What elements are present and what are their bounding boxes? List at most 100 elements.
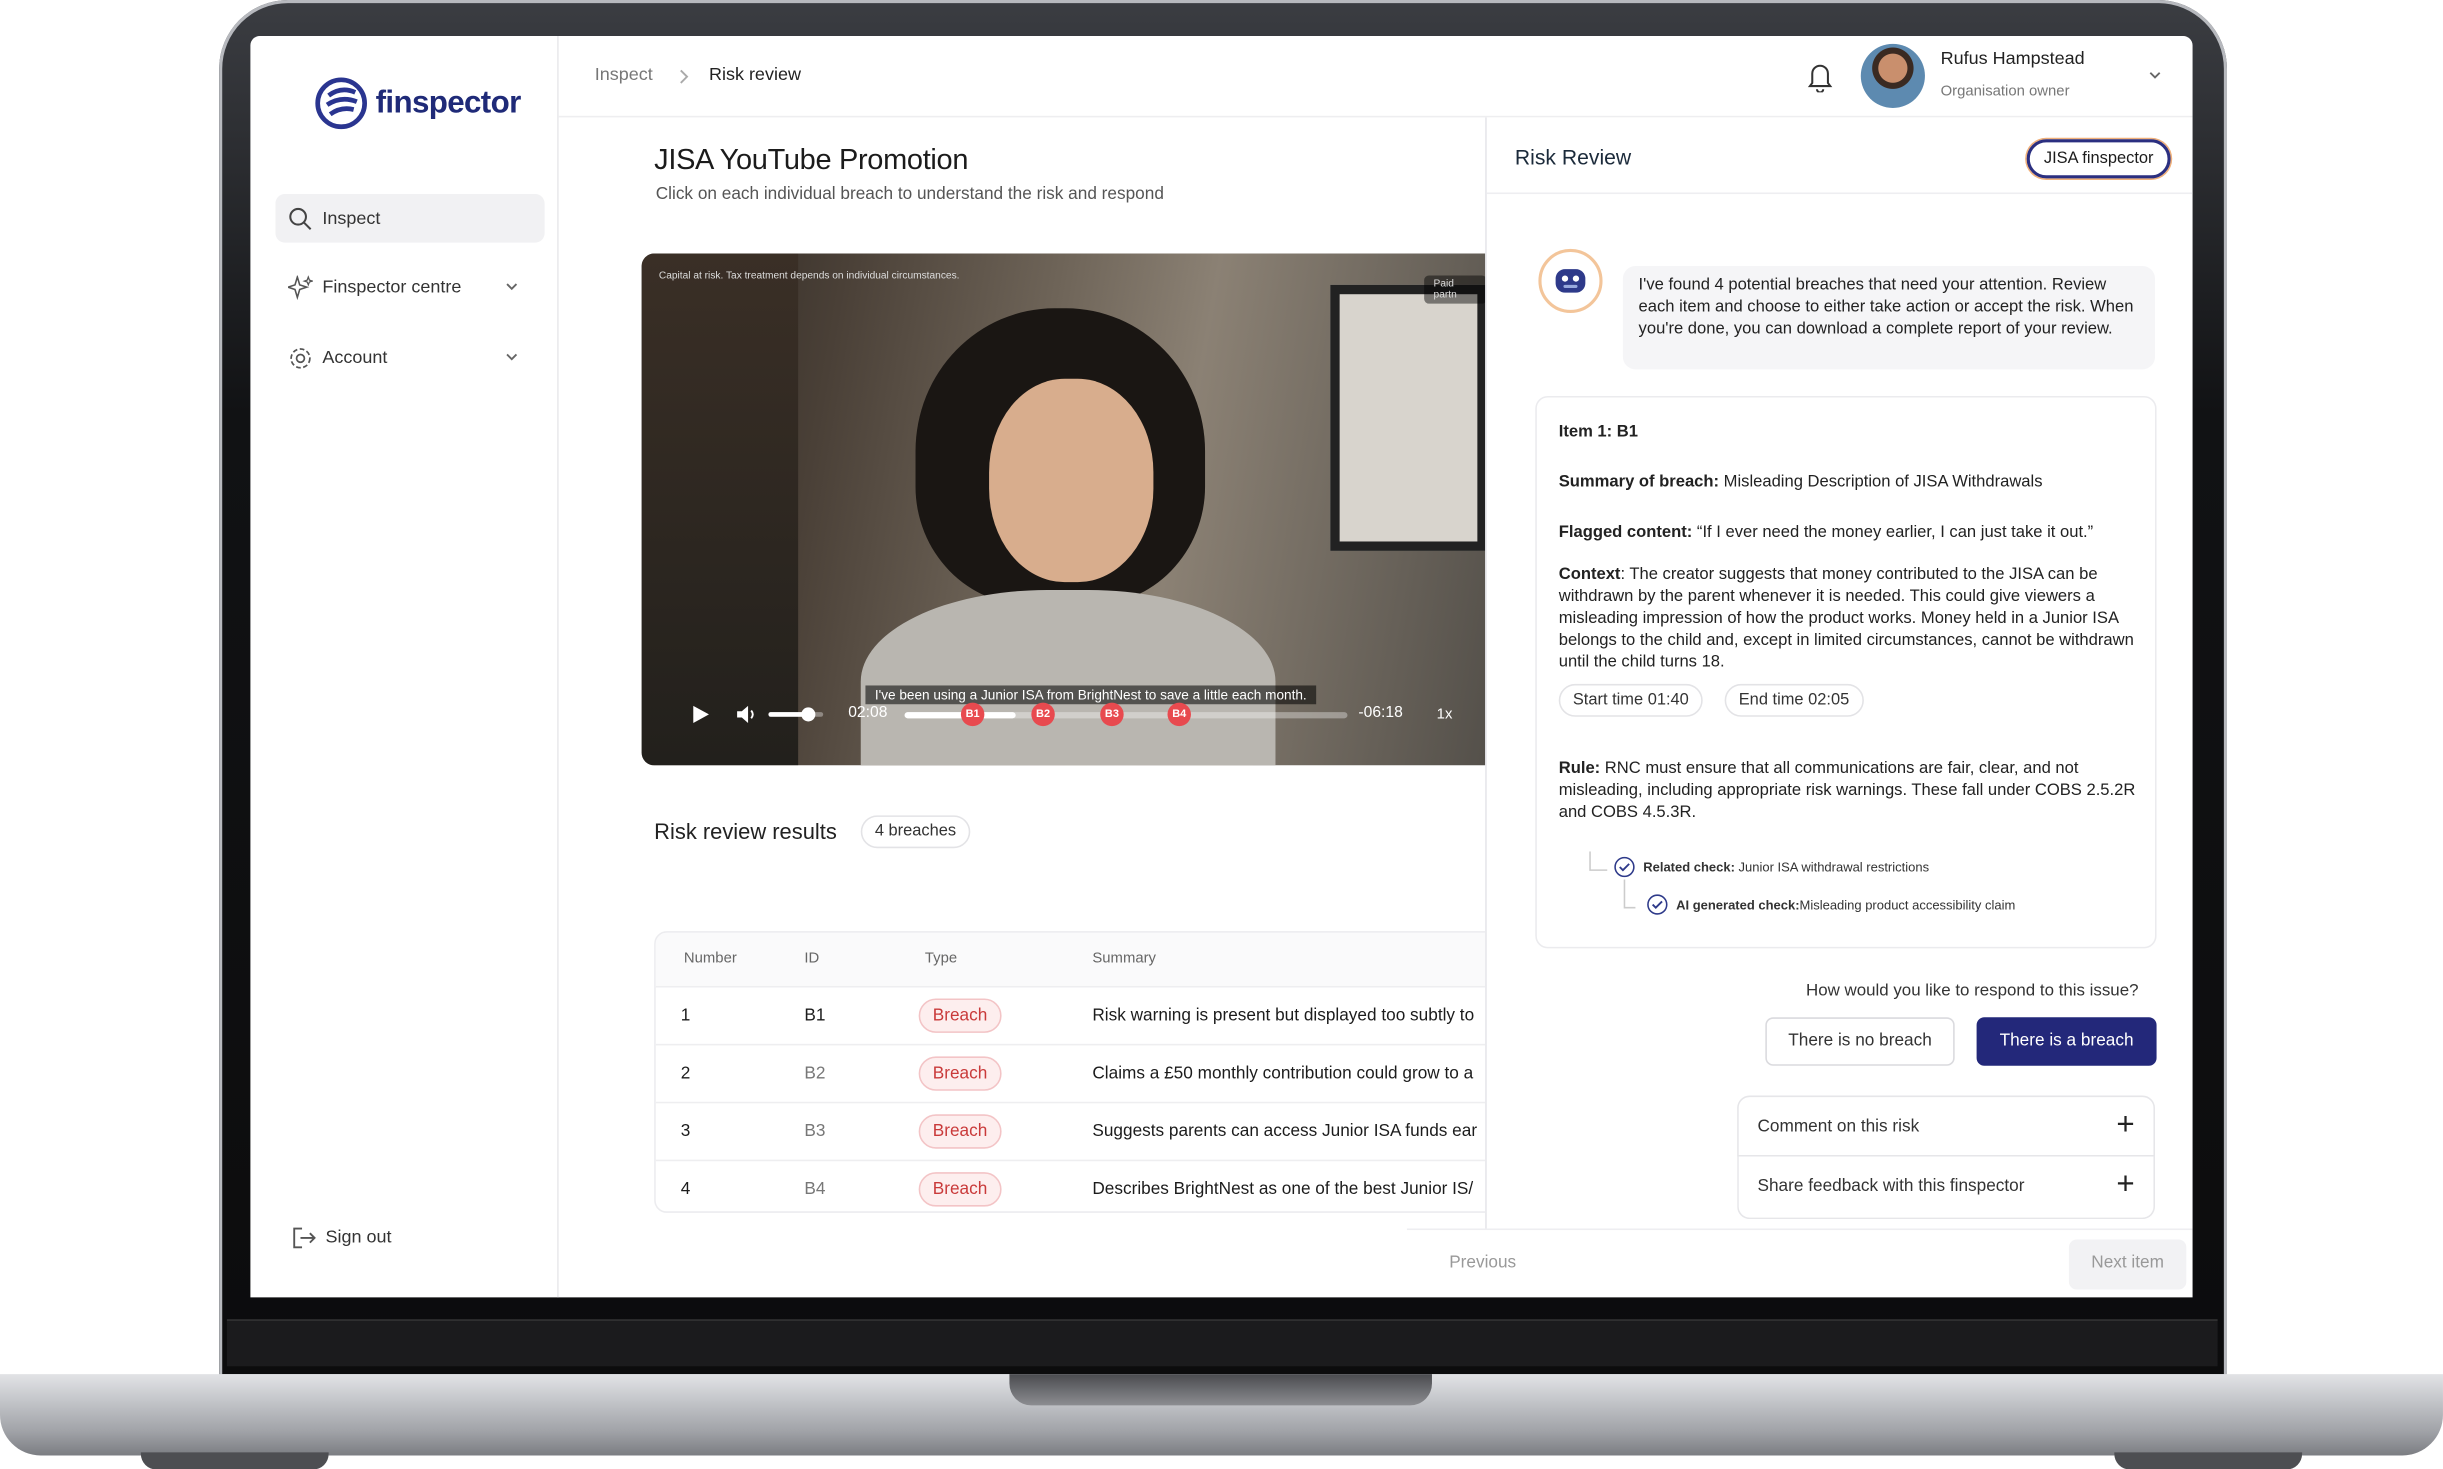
row-id: B3 <box>804 1122 826 1141</box>
page-title: JISA YouTube Promotion <box>654 142 969 176</box>
results-title: Risk review results <box>654 818 837 844</box>
flagged-text: “If I ever need the money earlier, I can… <box>1696 522 2094 542</box>
video-caption: I've been using a Junior ISA from Bright… <box>865 685 1317 705</box>
finspector-tag[interactable]: JISA finspector <box>2026 139 2171 179</box>
app-window: finspector Inspect Finspector centre Acc… <box>250 35 2193 1298</box>
sign-out-icon <box>293 1227 316 1249</box>
wall-frame <box>1330 284 1487 551</box>
feedback-accordion[interactable]: Share feedback with this finspector + <box>1737 1156 2156 1220</box>
table-row[interactable]: 4 B4 Breach Describes BrightNest as one … <box>655 1159 1498 1212</box>
laptop-hinge <box>226 1319 2218 1367</box>
context-label: Context <box>1558 564 1621 584</box>
rule-text: RNC must ensure that all communications … <box>1558 759 2136 822</box>
paid-partnership-tag: Paid partn <box>1424 275 1487 304</box>
comment-accordion[interactable]: Comment on this risk + <box>1737 1095 2156 1157</box>
row-summary: Describes BrightNest as one of the best … <box>1092 1180 1474 1199</box>
chevron-down-icon[interactable] <box>504 279 520 295</box>
next-item-button[interactable]: Next item <box>2068 1239 2187 1290</box>
logo-icon <box>315 77 367 130</box>
sidebar-item-label: Account <box>322 348 388 367</box>
breach-marker-b2[interactable]: B2 <box>1031 702 1055 727</box>
row-id: B2 <box>804 1064 826 1083</box>
divider <box>1406 1228 2193 1231</box>
previous-button[interactable]: Previous <box>1449 1254 1516 1273</box>
user-name: Rufus Hampstead <box>1940 50 2085 69</box>
item-title: Item 1: B1 <box>1558 422 1638 442</box>
current-time: 02:08 <box>848 704 888 722</box>
laptop-foot <box>140 1452 329 1469</box>
table-row[interactable]: 1 B1 Breach Risk warning is present but … <box>655 985 1498 1044</box>
sidebar-item-label: Finspector centre <box>322 277 462 297</box>
chevron-down-icon[interactable] <box>2147 67 2163 83</box>
chevron-down-icon[interactable] <box>504 349 520 365</box>
breach-button[interactable]: There is a breach <box>1976 1017 2157 1066</box>
check-circle-icon <box>1614 856 1635 878</box>
bookshelf-bg <box>641 253 799 766</box>
breach-badge: Breach <box>918 1114 1002 1149</box>
summary-label: Summary of breach: <box>1558 472 1720 492</box>
bot-avatar <box>1538 248 1603 313</box>
breach-detail-card: Item 1: B1 Summary of breach: Misleading… <box>1535 395 2157 949</box>
bot-message: I've found 4 potential breaches that nee… <box>1622 266 2156 370</box>
breadcrumb-current: Risk review <box>708 65 801 85</box>
rule-label: Rule: <box>1558 759 1601 778</box>
play-icon[interactable] <box>692 704 711 724</box>
sidebar-item-inspect[interactable]: Inspect <box>275 194 545 243</box>
divider <box>1486 192 2193 195</box>
row-summary: Risk warning is present but displayed to… <box>1092 1006 1475 1026</box>
row-number: 1 <box>680 1006 691 1026</box>
summary-text: Misleading Description of JISA Withdrawa… <box>1723 472 2043 492</box>
user-role: Organisation owner <box>1940 82 2070 101</box>
row-summary: Suggests parents can access Junior ISA f… <box>1092 1122 1478 1141</box>
ai-check: AI generated check: Misleading product ac… <box>1646 894 2015 916</box>
playback-speed[interactable]: 1x <box>1437 706 1453 723</box>
top-bar: Inspect Risk review Rufus Hampstead Orga… <box>558 36 2193 118</box>
row-number: 2 <box>680 1064 691 1083</box>
table-row[interactable]: 2 B2 Breach Claims a £50 monthly contrib… <box>655 1043 1498 1102</box>
row-number: 3 <box>680 1122 691 1141</box>
volume-icon[interactable] <box>736 704 758 724</box>
sign-out-label: Sign out <box>325 1228 392 1248</box>
row-summary: Claims a £50 monthly contribution could … <box>1092 1064 1474 1083</box>
sidebar-item-account[interactable]: Account <box>275 333 544 382</box>
end-time-chip: End time 02:05 <box>1724 683 1864 717</box>
avatar[interactable] <box>1860 43 1925 108</box>
related-text: Junior ISA withdrawal restrictions <box>1738 859 1930 875</box>
bell-icon[interactable] <box>1806 61 1834 93</box>
gear-icon <box>290 347 311 368</box>
panel-title: Risk Review <box>1514 145 1632 170</box>
column-header: Summary <box>1092 949 1156 968</box>
plus-icon[interactable]: + <box>2116 1169 2134 1200</box>
plus-icon[interactable]: + <box>2116 1110 2134 1141</box>
logo[interactable]: finspector <box>315 77 521 130</box>
column-header: Type <box>924 949 958 968</box>
sidebar: finspector Inspect Finspector centre Acc… <box>250 35 559 1298</box>
breach-count-badge: 4 breaches <box>860 815 971 849</box>
related-check: Related check: Junior ISA withdrawal res… <box>1614 856 1930 878</box>
breach-marker-b3[interactable]: B3 <box>1100 702 1124 727</box>
related-label: Related check: <box>1643 859 1735 875</box>
column-header: ID <box>804 949 820 968</box>
laptop-notch <box>1009 1374 1432 1406</box>
person-face <box>989 378 1154 583</box>
video-disclaimer: Capital at risk. Tax treatment depends o… <box>658 270 960 282</box>
results-table: Number ID Type Summary 1 B1 Breach Risk … <box>654 931 1500 1213</box>
breadcrumb-root[interactable]: Inspect <box>595 66 653 85</box>
comment-label: Comment on this risk <box>1757 1117 1920 1137</box>
breach-badge: Breach <box>918 998 1002 1033</box>
row-id: B1 <box>804 1006 826 1026</box>
search-icon <box>289 207 312 230</box>
risk-review-panel: Risk Review JISA finspector I've found 4… <box>1485 117 2193 1229</box>
no-breach-button[interactable]: There is no breach <box>1765 1017 1955 1066</box>
sidebar-item-finspector-centre[interactable]: Finspector centre <box>275 263 544 312</box>
video-player[interactable]: Capital at risk. Tax treatment depends o… <box>641 253 1487 766</box>
person-sweater <box>860 590 1276 766</box>
sign-out-button[interactable]: Sign out <box>291 1225 392 1250</box>
volume-slider[interactable] <box>768 707 824 722</box>
sparkle-icon <box>287 274 313 300</box>
brand-name: finspector <box>375 85 522 120</box>
breach-marker-b4[interactable]: B4 <box>1167 702 1191 727</box>
table-row[interactable]: 3 B3 Breach Suggests parents can access … <box>655 1101 1498 1160</box>
breach-marker-b1[interactable]: B1 <box>960 702 985 727</box>
start-time-chip: Start time 01:40 <box>1558 683 1703 717</box>
